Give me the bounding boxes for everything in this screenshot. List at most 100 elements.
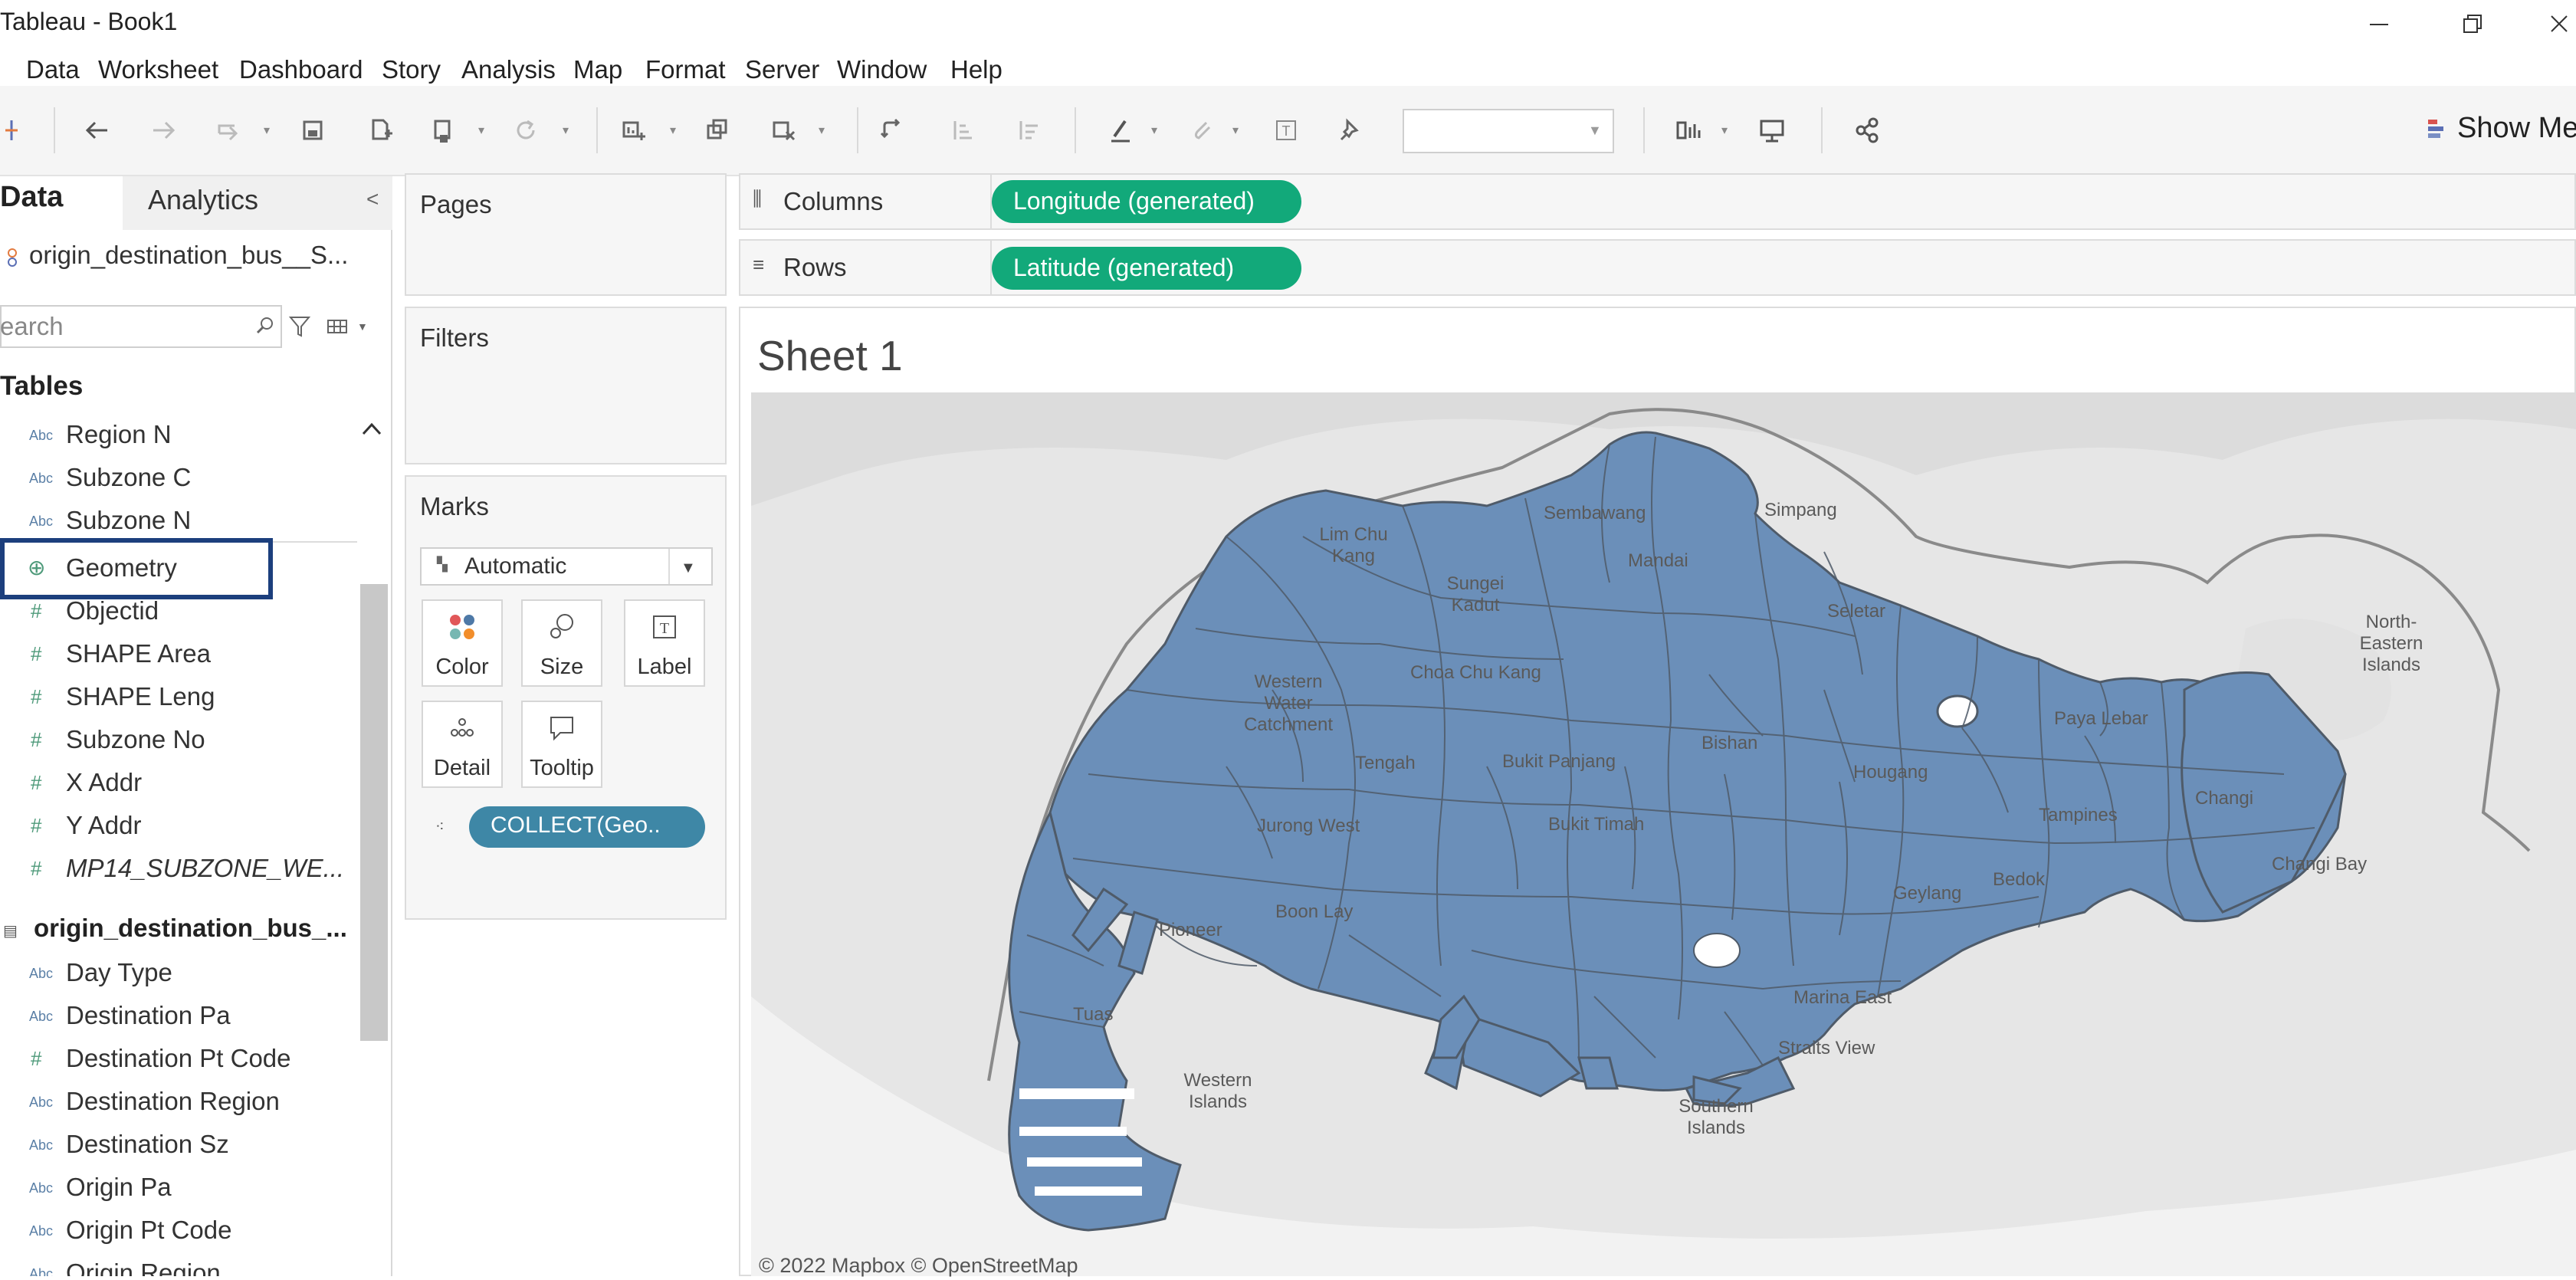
- refresh-icon[interactable]: [509, 113, 543, 147]
- field-label: SHAPE Leng: [66, 682, 215, 711]
- sort-descending-icon[interactable]: [1010, 113, 1044, 147]
- save-icon[interactable]: [296, 113, 330, 147]
- fit-dropdown-caret-icon: ▼: [1588, 123, 1602, 138]
- tableau-logo-icon[interactable]: [2, 113, 21, 147]
- field-x-addr[interactable]: # X Addr: [0, 763, 353, 803]
- field-origin-pt-code[interactable]: Abc Origin Pt Code: [0, 1211, 353, 1251]
- replay-caret[interactable]: ▾: [264, 123, 270, 138]
- label-button[interactable]: T Label: [624, 599, 705, 687]
- field-day-type[interactable]: Abc Day Type: [0, 953, 353, 993]
- field-label: Y Addr: [66, 811, 142, 839]
- number-type-icon: #: [31, 642, 42, 665]
- collapse-pane-icon[interactable]: <: [366, 187, 379, 212]
- menu-format[interactable]: Format: [645, 55, 726, 84]
- map-attribution[interactable]: © 2022 Mapbox © OpenStreetMap: [759, 1254, 1078, 1278]
- new-datasource-icon[interactable]: [363, 113, 397, 147]
- view-options-icon[interactable]: [327, 317, 349, 340]
- toolbar-separator: [1075, 107, 1076, 153]
- clear-sheet-icon[interactable]: [766, 113, 800, 147]
- fit-dropdown[interactable]: [1403, 109, 1614, 153]
- menu-analysis[interactable]: Analysis: [461, 55, 556, 84]
- restore-button[interactable]: [2450, 5, 2496, 43]
- title-bar: [0, 0, 2576, 48]
- detail-button[interactable]: Detail: [422, 701, 503, 788]
- field-y-addr[interactable]: # Y Addr: [0, 806, 353, 846]
- size-button[interactable]: Size: [521, 599, 602, 687]
- refresh-caret[interactable]: ▾: [563, 123, 569, 138]
- restore-icon: [2463, 15, 2482, 33]
- field-label: Origin Region: [66, 1259, 221, 1276]
- color-button[interactable]: Color: [422, 599, 503, 687]
- tab-data[interactable]: Data: [0, 181, 63, 214]
- map-label-straits-view: Straits View: [1778, 1038, 1875, 1058]
- presentation-icon[interactable]: [1755, 113, 1789, 147]
- show-me-button[interactable]: Show Me: [2457, 112, 2576, 145]
- new-worksheet-icon[interactable]: [616, 113, 650, 147]
- close-button[interactable]: [2542, 5, 2576, 43]
- field-subzone-n[interactable]: Abc Subzone N: [0, 501, 353, 541]
- show-cards-caret[interactable]: ▾: [1721, 123, 1728, 138]
- field-mp14-subzone[interactable]: # MP14_SUBZONE_WE...: [0, 849, 353, 889]
- map-label-sungei-kadut: Sungei Kadut: [1446, 573, 1505, 615]
- menu-server[interactable]: Server: [745, 55, 819, 84]
- clear-sheet-caret[interactable]: ▾: [819, 123, 825, 138]
- field-label: Destination Pt Code: [66, 1044, 291, 1072]
- menu-map[interactable]: Map: [573, 55, 622, 84]
- field-origin-pa[interactable]: Abc Origin Pa: [0, 1168, 353, 1208]
- group-caret[interactable]: ▾: [1232, 123, 1239, 138]
- map-label-bedok: Bedok: [1993, 869, 2046, 890]
- share-icon[interactable]: [1850, 113, 1884, 147]
- show-labels-icon[interactable]: T: [1269, 113, 1303, 147]
- field-subzone-no[interactable]: # Subzone No: [0, 720, 353, 760]
- field-destination-sz[interactable]: Abc Destination Sz: [0, 1125, 353, 1165]
- field-shape-area[interactable]: # SHAPE Area: [0, 635, 353, 674]
- menu-help[interactable]: Help: [950, 55, 1003, 84]
- highlight-caret[interactable]: ▾: [1151, 123, 1157, 138]
- tooltip-button[interactable]: Tooltip: [521, 701, 602, 788]
- replay-icon[interactable]: [212, 113, 245, 147]
- redo-icon[interactable]: [147, 113, 181, 147]
- datasource-name[interactable]: origin_destination_bus__S...: [29, 241, 348, 270]
- scroll-up-icon[interactable]: [360, 420, 383, 444]
- field-shape-leng[interactable]: # SHAPE Leng: [0, 678, 353, 717]
- menu-story[interactable]: Story: [382, 55, 441, 84]
- duplicate-sheet-icon[interactable]: [701, 113, 734, 147]
- number-type-icon: #: [31, 685, 42, 708]
- fields-scrollbar-thumb[interactable]: [360, 584, 388, 1041]
- map-canvas[interactable]: [751, 392, 2576, 1276]
- field-destination-pa[interactable]: Abc Destination Pa: [0, 996, 353, 1036]
- highlight-icon[interactable]: [1104, 113, 1137, 147]
- datasource-icon: [3, 245, 20, 274]
- new-worksheet-caret[interactable]: ▾: [670, 123, 676, 138]
- field-region-n[interactable]: Abc Region N: [0, 415, 353, 455]
- table2-heading[interactable]: origin_destination_bus_...: [34, 914, 347, 943]
- pause-updates-icon[interactable]: [426, 113, 460, 147]
- field-destination-region[interactable]: Abc Destination Region: [0, 1082, 353, 1122]
- filter-icon[interactable]: [288, 314, 311, 343]
- minimize-button[interactable]: [2356, 5, 2402, 43]
- map-label-mandai: Mandai: [1628, 550, 1688, 571]
- field-destination-pt-code[interactable]: # Destination Pt Code: [0, 1039, 353, 1079]
- map-label-tengah: Tengah: [1355, 753, 1416, 773]
- undo-icon[interactable]: [80, 113, 113, 147]
- menu-data[interactable]: Data: [26, 55, 80, 84]
- field-origin-region[interactable]: Abc Origin Region: [0, 1254, 353, 1276]
- field-label: Destination Region: [66, 1087, 280, 1115]
- menu-worksheet[interactable]: Worksheet: [98, 55, 218, 84]
- tooltip-icon: [523, 713, 601, 743]
- menu-dashboard[interactable]: Dashboard: [239, 55, 363, 84]
- swap-icon[interactable]: [875, 113, 909, 147]
- group-icon[interactable]: [1185, 113, 1219, 147]
- search-icon[interactable]: [254, 314, 276, 341]
- menu-window[interactable]: Window: [837, 55, 927, 84]
- toolbar-separator: [54, 107, 55, 153]
- number-type-icon: #: [31, 814, 42, 837]
- sheet-title[interactable]: Sheet 1: [757, 331, 903, 380]
- view-options-caret-icon[interactable]: ▼: [357, 320, 368, 333]
- pin-icon[interactable]: [1334, 113, 1367, 147]
- field-subzone-c[interactable]: Abc Subzone C: [0, 458, 353, 498]
- show-cards-icon[interactable]: [1671, 113, 1709, 147]
- pause-updates-caret[interactable]: ▾: [478, 123, 484, 138]
- sort-ascending-icon[interactable]: [944, 113, 978, 147]
- tab-analytics[interactable]: Analytics: [148, 184, 258, 216]
